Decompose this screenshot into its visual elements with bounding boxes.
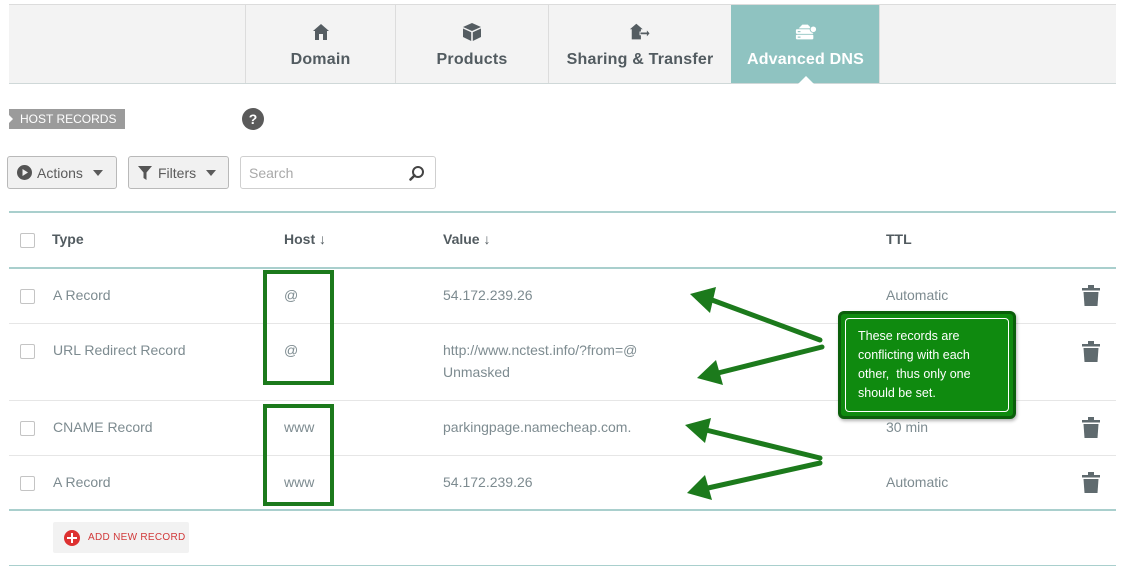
arrow-to-row-3 <box>703 427 823 461</box>
arrow-to-row-1 <box>709 297 823 343</box>
annotation-arrows <box>685 287 825 500</box>
annotation-text: These records are conflicting with each … <box>845 318 1009 412</box>
annotation-callout: These records are conflicting with each … <box>838 311 1016 419</box>
annotation-line: other, thus only one <box>858 367 971 381</box>
annotation-line: These records are <box>858 329 960 343</box>
arrow-to-row-4 <box>705 460 823 491</box>
annotation-line: conflicting with each <box>858 348 970 362</box>
annotation-line: should be set. <box>858 386 936 400</box>
arrow-to-row-2 <box>715 344 825 376</box>
